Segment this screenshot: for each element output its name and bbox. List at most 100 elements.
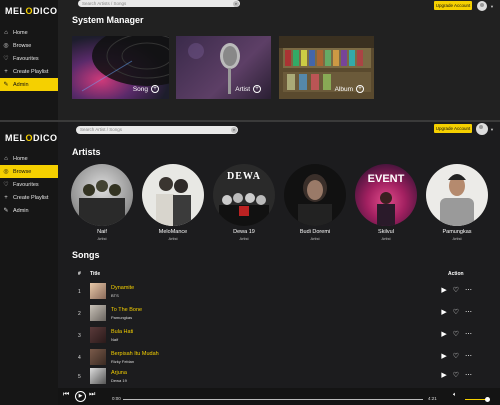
song-artist: Dewa 19 <box>111 378 127 383</box>
home-icon: ⌂ <box>4 29 8 36</box>
tile-label: Artist <box>235 85 250 93</box>
artist-card[interactable]: Pamungkas Artist <box>425 164 489 241</box>
heart-icon[interactable]: ♡ <box>453 331 459 338</box>
upgrade-account-button[interactable]: Upgrade Account <box>434 1 472 10</box>
artists-heading: Artists <box>72 147 101 157</box>
next-icon[interactable]: ⏭ <box>89 391 95 399</box>
add-song-icon[interactable]: + <box>151 85 159 93</box>
heart-icon[interactable]: ♡ <box>453 287 459 294</box>
tile-label: Album <box>334 85 353 93</box>
search-icon[interactable]: ⌕ <box>231 127 237 133</box>
logo[interactable]: MELODICO <box>0 0 58 22</box>
artist-photo <box>71 164 133 226</box>
progress-slider[interactable] <box>123 399 423 400</box>
add-album-icon[interactable]: + <box>356 85 364 93</box>
add-artist-icon[interactable]: + <box>253 85 261 93</box>
song-artist: Naif <box>111 337 119 342</box>
chevron-down-icon[interactable]: ▼ <box>490 127 494 132</box>
artist-name: MeloMance <box>158 229 188 235</box>
song-title[interactable]: Bula Hati <box>111 329 133 335</box>
artist-role: Artist <box>310 236 320 241</box>
artist-role: Artist <box>452 236 462 241</box>
more-icon[interactable]: ⋯ <box>465 353 472 360</box>
song-manager-tile[interactable]: Song + <box>72 36 169 99</box>
sidebar-item-create-playlist[interactable]: + Create Playlist <box>0 191 58 204</box>
artist-name: Skilvul <box>378 229 394 235</box>
more-icon[interactable]: ⋯ <box>465 331 472 338</box>
sidebar: MELODICO ⌂ Home ◎ Browse ♡ Favourites + Crea… <box>0 122 58 405</box>
logo[interactable]: MELODICO <box>0 122 58 152</box>
sidebar-item-admin[interactable]: ✎ Admin <box>0 204 58 217</box>
chevron-down-icon[interactable]: ▼ <box>490 4 494 9</box>
song-title[interactable]: Berpisah Itu Mudah <box>111 351 159 357</box>
song-artist: Rizky Febian <box>111 359 135 364</box>
song-artist: BTS <box>111 293 119 298</box>
sidebar-item-label: Create Playlist <box>13 68 49 75</box>
sidebar-item-browse[interactable]: ◎ Browse <box>0 39 58 52</box>
more-icon[interactable]: ⋯ <box>465 287 472 294</box>
song-title[interactable]: To The Bone <box>111 307 142 313</box>
volume-icon[interactable]: 🔈︎ <box>453 392 457 399</box>
play-icon[interactable]: ▶ <box>441 309 446 316</box>
artist-card[interactable]: Naif Artist <box>70 164 134 241</box>
sidebar-item-admin[interactable]: ✎ Admin <box>0 78 58 91</box>
artist-name: Budi Doremi <box>299 229 331 235</box>
table-row[interactable]: 3 Bula Hati Naif ▶ ♡ ⋯ <box>72 325 482 347</box>
duration: 4:21 <box>428 396 437 401</box>
sidebar-item-browse[interactable]: ◎ Browse <box>0 165 58 178</box>
sidebar-item-home[interactable]: ⌂ Home <box>0 152 58 165</box>
heart-icon[interactable]: ♡ <box>453 353 459 360</box>
upgrade-account-button[interactable]: Upgrade Account <box>434 124 472 133</box>
plus-icon: + <box>4 194 8 201</box>
page-title: System Manager <box>72 15 144 25</box>
sidebar-item-create-playlist[interactable]: + Create Playlist <box>0 65 58 78</box>
admin-screen: MELODICO ⌂ Home ◎ Browse ♡ Favourites + Crea… <box>0 0 500 120</box>
artist-card[interactable]: MeloMance Artist <box>141 164 205 241</box>
artist-photo <box>284 164 346 226</box>
sidebar-item-home[interactable]: ⌂ Home <box>0 26 58 39</box>
row-number: 2 <box>78 311 81 317</box>
album-manager-tile[interactable]: Album + <box>279 36 374 99</box>
row-number: 3 <box>78 333 81 339</box>
heart-icon[interactable]: ♡ <box>453 309 459 316</box>
sidebar-item-label: Browse <box>13 168 32 175</box>
search-input[interactable]: Search Artist / Songs ⌕ <box>76 126 238 134</box>
avatar[interactable] <box>477 1 487 11</box>
play-button[interactable]: ▶ <box>75 391 86 402</box>
column-header-action: Action <box>448 271 464 277</box>
artist-card[interactable]: Budi Doremi Artist <box>283 164 347 241</box>
artist-card[interactable]: EVENT Skilvul Artist <box>354 164 418 241</box>
more-icon[interactable]: ⋯ <box>465 309 472 316</box>
artist-photo <box>426 164 488 226</box>
table-row[interactable]: 5 Arjuna Dewa 19 ▶ ♡ ⋯ <box>72 366 482 388</box>
song-title[interactable]: Arjuna <box>111 370 127 376</box>
volume-knob[interactable] <box>485 397 490 402</box>
artist-card[interactable]: DEWA Dewa 19 Artist <box>212 164 276 241</box>
play-icon[interactable]: ▶ <box>441 287 446 294</box>
wrench-icon: ✎ <box>3 82 9 88</box>
artist-role: Artist <box>168 236 178 241</box>
tile-label: Song <box>132 85 148 93</box>
search-icon[interactable]: ⌕ <box>233 0 239 7</box>
sidebar-item-label: Create Playlist <box>13 194 49 201</box>
song-title[interactable]: Dynamite <box>111 285 134 291</box>
artist-name: Naif <box>97 229 107 235</box>
previous-icon[interactable]: ⏮ <box>63 391 69 399</box>
play-icon[interactable]: ▶ <box>441 372 446 379</box>
avatar[interactable] <box>476 123 488 135</box>
row-number: 1 <box>78 289 81 295</box>
table-row[interactable]: 2 To The Bone Pamungkas ▶ ♡ ⋯ <box>72 303 482 325</box>
volume-slider[interactable] <box>465 399 487 400</box>
current-time: 0:00 <box>112 396 121 401</box>
globe-icon: ◎ <box>3 169 9 175</box>
heart-icon[interactable]: ♡ <box>453 372 459 379</box>
artist-manager-tile[interactable]: Artist + <box>176 36 271 99</box>
play-icon[interactable]: ▶ <box>441 331 446 338</box>
search-input[interactable]: Search Artists / Songs ⌕ <box>78 0 240 7</box>
play-icon[interactable]: ▶ <box>441 353 446 360</box>
sidebar-item-favourites[interactable]: ♡ Favourites <box>0 178 58 191</box>
column-header-number: # <box>78 271 81 277</box>
sidebar-item-favourites[interactable]: ♡ Favourites <box>0 52 58 65</box>
table-row[interactable]: 1 Dynamite BTS ▶ ♡ ⋯ <box>72 281 482 303</box>
more-icon[interactable]: ⋯ <box>465 372 472 379</box>
